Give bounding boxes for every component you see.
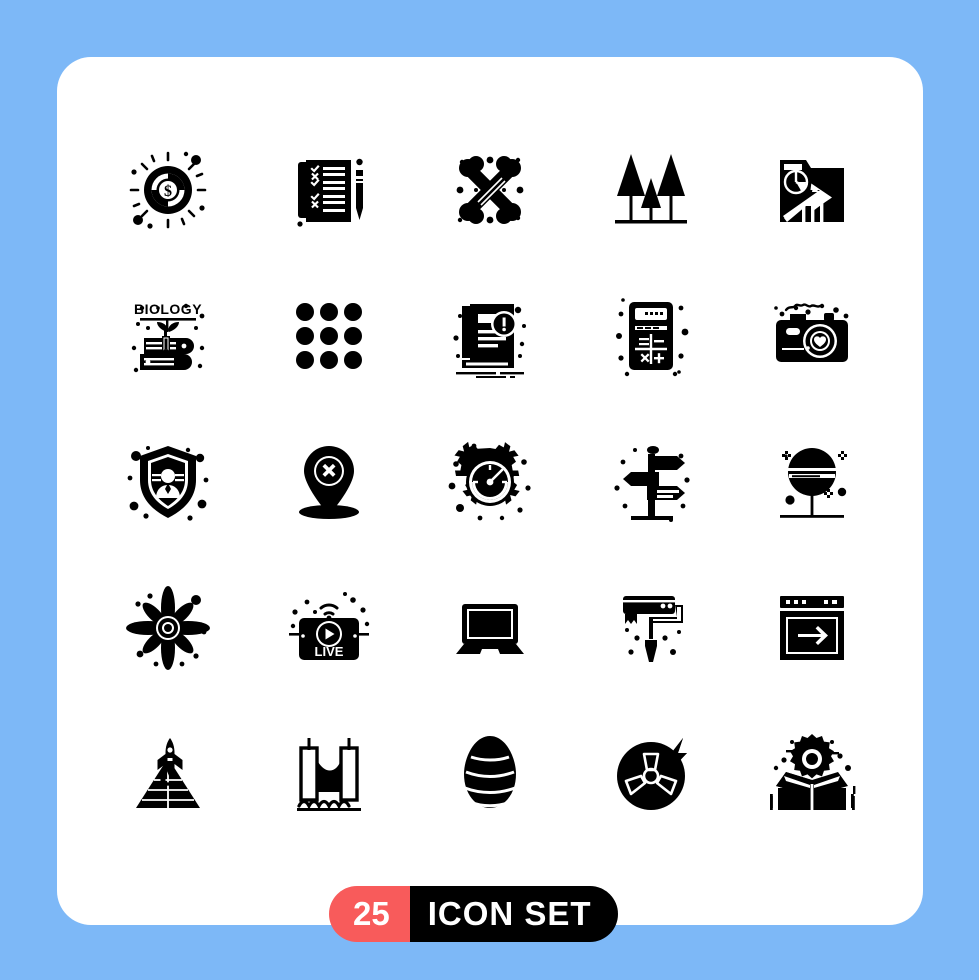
dot-grid-icon [295, 303, 362, 369]
icon-cell-browser-arrow[interactable] [732, 555, 893, 701]
biology-book-icon: BIOLOGY [131, 301, 204, 373]
icon-cell-flower[interactable] [87, 555, 248, 701]
dollar-target-icon: $ [129, 151, 206, 229]
lollipop-icon [780, 448, 848, 518]
checklist-pencil-icon [297, 158, 363, 227]
icon-cell-checklist[interactable] [248, 117, 409, 263]
badge-count: 25 [329, 886, 410, 942]
laptop-icon [455, 604, 524, 654]
icon-set-badge: 25 ICON SET [329, 886, 618, 942]
icon-set-poster: $ BIOLOGY LIVE 25 ICON SET [0, 0, 979, 980]
icon-cell-nuclear-energy[interactable] [571, 701, 732, 847]
icon-cell-signpost[interactable] [571, 409, 732, 555]
calculator-icon [616, 298, 689, 377]
icon-cell-rocket-pyramid[interactable] [87, 701, 248, 847]
icon-cell-dot-grid[interactable] [248, 263, 409, 409]
icon-cell-paint-roller[interactable] [571, 555, 732, 701]
icon-cell-live-stream[interactable]: LIVE [248, 555, 409, 701]
shield-user-icon [127, 446, 208, 521]
live-stream-icon: LIVE [288, 592, 369, 660]
browser-arrow-icon [780, 596, 845, 660]
map-pin-cancel-icon [298, 446, 359, 519]
nuclear-energy-icon [617, 738, 688, 810]
icon-cell-dollar-target[interactable]: $ [87, 117, 248, 263]
icon-cell-crossed-bones[interactable] [409, 117, 570, 263]
icon-cell-forest[interactable] [571, 117, 732, 263]
badge-title: ICON SET [409, 886, 618, 942]
camera-heart-icon [774, 303, 849, 362]
icon-grid: $ BIOLOGY LIVE [57, 57, 923, 847]
forest-trees-icon [615, 154, 688, 224]
icon-cell-bridge[interactable] [248, 701, 409, 847]
icon-cell-shield-user[interactable] [87, 409, 248, 555]
icon-cell-analytics-folder[interactable] [732, 117, 893, 263]
svg-text:BIOLOGY: BIOLOGY [134, 301, 202, 317]
signpost-icon [614, 446, 690, 522]
flower-icon [125, 586, 210, 670]
icon-cell-camera-heart[interactable] [732, 263, 893, 409]
bridge-icon [296, 738, 361, 811]
icon-cell-gear-timer[interactable] [409, 409, 570, 555]
easter-egg-icon [463, 736, 516, 808]
icon-cell-biology-book[interactable]: BIOLOGY [87, 263, 248, 409]
rocket-pyramid-icon [135, 738, 200, 808]
gear-timer-icon [448, 441, 531, 521]
book-alert-icon [453, 304, 526, 378]
icon-cell-box-gear[interactable] [732, 701, 893, 847]
icon-cell-book-alert[interactable] [409, 263, 570, 409]
icon-cell-easter-egg[interactable] [409, 701, 570, 847]
icon-cell-calculator[interactable] [571, 263, 732, 409]
crossed-bones-icon [456, 156, 524, 224]
icon-cell-map-pin-cancel[interactable] [248, 409, 409, 555]
icon-cell-lollipop[interactable] [732, 409, 893, 555]
icon-cell-laptop[interactable] [409, 555, 570, 701]
paint-roller-icon [623, 596, 684, 662]
box-gear-icon [770, 734, 856, 810]
svg-text:LIVE: LIVE [314, 644, 343, 659]
analytics-folder-icon [780, 160, 845, 222]
svg-text:$: $ [164, 183, 172, 200]
